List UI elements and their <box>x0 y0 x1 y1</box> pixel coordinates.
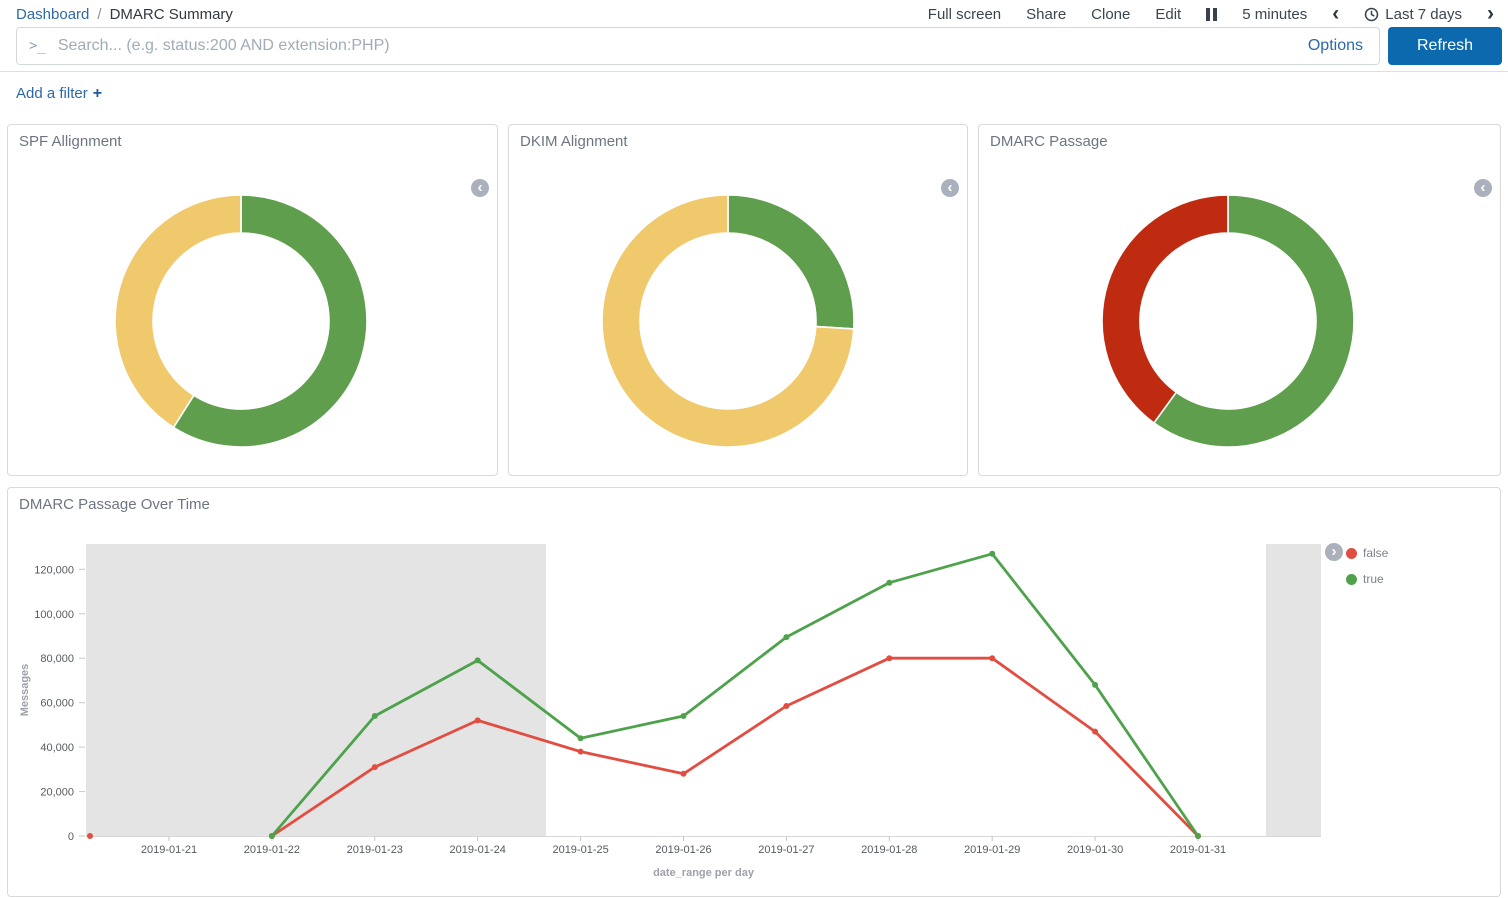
svg-text:0: 0 <box>68 831 74 843</box>
time-picker[interactable]: Last 7 days <box>1364 6 1462 23</box>
svg-text:2019-01-27: 2019-01-27 <box>758 844 814 856</box>
menu-full-screen[interactable]: Full screen <box>928 6 1001 23</box>
breadcrumb-dashboard-link[interactable]: Dashboard <box>16 6 89 23</box>
panel-title: DKIM Alignment <box>520 133 628 150</box>
search-box: >_ Options <box>16 27 1380 65</box>
dashboard-menu: Full screen Share Clone Edit 5 minutes ‹… <box>928 6 1494 23</box>
legend-label-false: false <box>1363 546 1388 560</box>
panel-spf-alignment: SPF Allignment ‹ <box>7 124 498 476</box>
search-input[interactable] <box>56 27 1292 65</box>
menu-share[interactable]: Share <box>1026 6 1066 23</box>
pause-refresh-icon[interactable] <box>1206 8 1217 21</box>
time-next-chevron-icon[interactable]: › <box>1487 7 1494 21</box>
svg-text:2019-01-29: 2019-01-29 <box>964 844 1020 856</box>
svg-text:Messages: Messages <box>19 664 31 717</box>
add-filter-link[interactable]: Add a filter + <box>16 85 102 102</box>
spf-donut-chart[interactable] <box>114 194 368 448</box>
legend-item-true[interactable]: true <box>1346 572 1384 586</box>
svg-text:80,000: 80,000 <box>40 653 74 665</box>
plus-icon: + <box>93 85 102 102</box>
legend-expand-icon[interactable]: › <box>1325 543 1343 561</box>
legend-dot-false <box>1346 548 1357 559</box>
legend-dot-true <box>1346 574 1357 585</box>
time-series-chart[interactable]: 2019-01-21 2019-01-22 2019-01-23 2019-01-24… <box>8 488 1500 896</box>
query-prompt-icon: >_ <box>17 38 56 54</box>
add-filter-label: Add a filter <box>16 85 88 102</box>
refresh-button[interactable]: Refresh <box>1388 27 1502 65</box>
panel-title: SPF Allignment <box>19 133 122 150</box>
svg-text:120,000: 120,000 <box>34 564 74 576</box>
legend-toggle-icon[interactable]: ‹ <box>1474 179 1492 197</box>
query-bar: >_ Options Refresh <box>16 27 1502 65</box>
svg-text:2019-01-31: 2019-01-31 <box>1170 844 1226 856</box>
svg-text:2019-01-21: 2019-01-21 <box>141 844 197 856</box>
refresh-interval-label[interactable]: 5 minutes <box>1242 6 1307 23</box>
svg-text:20,000: 20,000 <box>40 787 74 799</box>
legend-toggle-icon[interactable]: ‹ <box>941 179 959 197</box>
menu-clone[interactable]: Clone <box>1091 6 1130 23</box>
top-navbar: Dashboard / DMARC Summary Full screen Sh… <box>0 0 1508 26</box>
filter-bar: Add a filter + <box>16 85 102 103</box>
panel-dmarc-passage: DMARC Passage ‹ <box>978 124 1501 476</box>
breadcrumb-separator: / <box>97 6 101 23</box>
time-prev-chevron-icon[interactable]: ‹ <box>1332 7 1339 21</box>
svg-text:60,000: 60,000 <box>40 698 74 710</box>
panel-dkim-alignment: DKIM Alignment ‹ <box>508 124 968 476</box>
svg-text:2019-01-30: 2019-01-30 <box>1067 844 1123 856</box>
dmarc-donut-chart[interactable] <box>1101 194 1355 448</box>
legend-label-true: true <box>1363 572 1384 586</box>
svg-text:40,000: 40,000 <box>40 742 74 754</box>
svg-text:100,000: 100,000 <box>34 609 74 621</box>
panel-dmarc-over-time: DMARC Passage Over Time 2019-01-212019-0… <box>7 487 1501 897</box>
svg-text:2019-01-28: 2019-01-28 <box>861 844 917 856</box>
header-divider <box>0 71 1508 72</box>
menu-edit[interactable]: Edit <box>1155 6 1181 23</box>
clock-icon <box>1364 7 1379 22</box>
panel-title: DMARC Passage <box>990 133 1108 150</box>
breadcrumb: Dashboard / DMARC Summary <box>16 6 233 23</box>
svg-text:2019-01-22: 2019-01-22 <box>244 844 300 856</box>
svg-text:date_range per day: date_range per day <box>653 867 755 879</box>
dkim-donut-chart[interactable] <box>601 194 855 448</box>
svg-text:2019-01-24: 2019-01-24 <box>450 844 506 856</box>
svg-text:2019-01-25: 2019-01-25 <box>552 844 608 856</box>
page-title: DMARC Summary <box>110 6 233 23</box>
svg-text:2019-01-26: 2019-01-26 <box>655 844 711 856</box>
options-link[interactable]: Options <box>1292 37 1379 55</box>
legend-item-false[interactable]: false <box>1346 546 1388 560</box>
legend-toggle-icon[interactable]: ‹ <box>471 179 489 197</box>
time-range-label: Last 7 days <box>1385 6 1462 23</box>
svg-text:2019-01-23: 2019-01-23 <box>347 844 403 856</box>
